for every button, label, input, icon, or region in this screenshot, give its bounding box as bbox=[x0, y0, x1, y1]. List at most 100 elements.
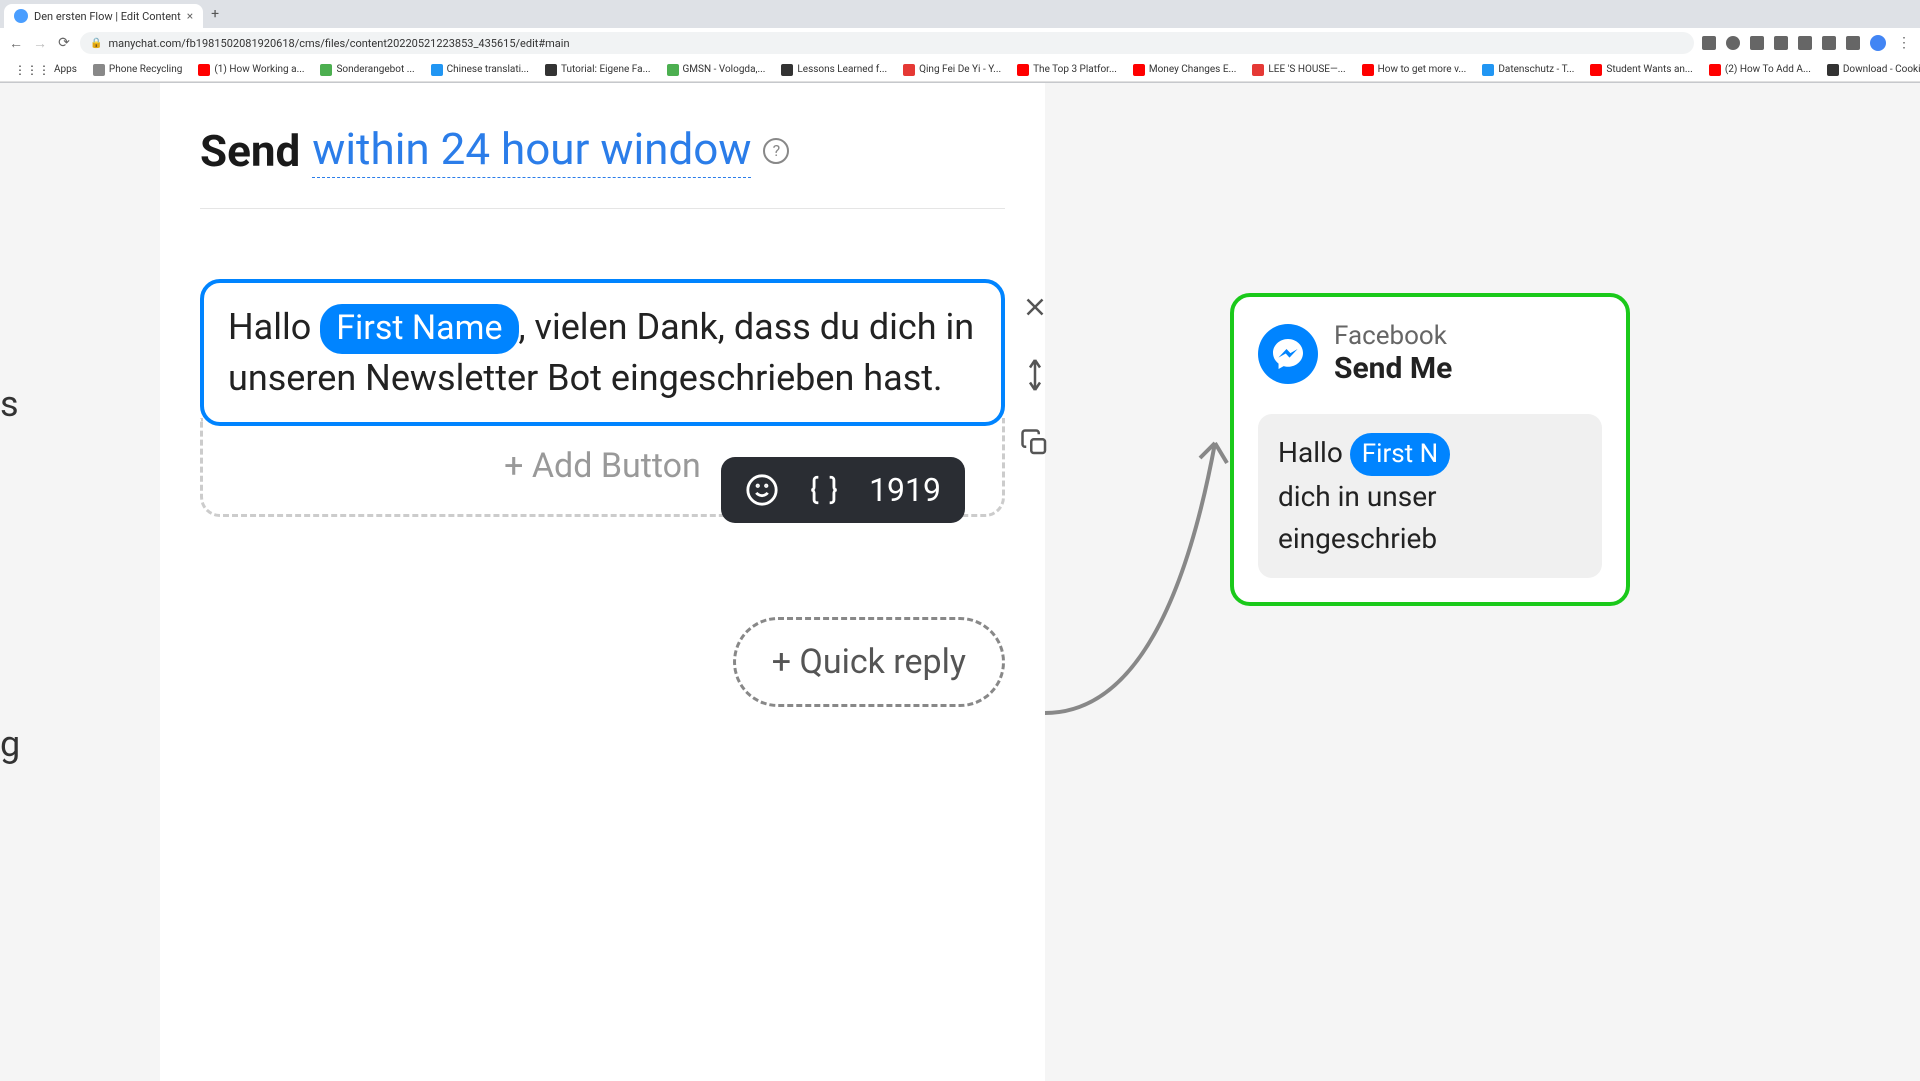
bookmark-label: GMSN - Vologda,... bbox=[683, 64, 766, 75]
message-text-input[interactable]: Hallo First Name, vielen Dank, dass du d… bbox=[200, 279, 1005, 426]
bookmark-item[interactable]: Tutorial: Eigene Fa... bbox=[539, 62, 657, 78]
bookmark-label: Phone Recycling bbox=[109, 64, 182, 75]
lock-icon: 🔒 bbox=[90, 38, 102, 49]
bookmark-label: Sonderangebot ... bbox=[336, 64, 414, 75]
bookmark-favicon bbox=[1252, 64, 1264, 76]
panel-header: Send within 24 hour window ? bbox=[160, 123, 1045, 208]
bookmark-favicon bbox=[1590, 64, 1602, 76]
tab-favicon bbox=[14, 9, 28, 23]
back-button[interactable]: ← bbox=[8, 35, 24, 51]
address-bar-row: ← → ⟳ 🔒 manychat.com/fb198150208192061​8… bbox=[0, 28, 1920, 58]
bookmark-label: (2) How To Add A... bbox=[1725, 64, 1811, 75]
extension-icon-3[interactable] bbox=[1774, 36, 1788, 50]
bookmark-favicon bbox=[431, 64, 443, 76]
preview-header-text: Facebook Send Me bbox=[1334, 321, 1452, 386]
translate-icon[interactable] bbox=[1702, 36, 1716, 50]
preview-line2: dich in unser bbox=[1278, 480, 1437, 513]
browser-chrome: Den ersten Flow | Edit Content × + ← → ⟳… bbox=[0, 0, 1920, 83]
editor-panel: Send within 24 hour window ? Hallo First… bbox=[160, 83, 1045, 1081]
bookmark-item[interactable]: Money Changes E... bbox=[1127, 62, 1243, 78]
bookmark-favicon bbox=[320, 64, 332, 76]
bookmark-label: Qing Fei De Yi - Y... bbox=[919, 64, 1001, 75]
menu-icon[interactable]: ⋮ bbox=[1896, 35, 1912, 51]
preview-line3: eingeschrieb bbox=[1278, 522, 1437, 555]
url-text: manychat.com/fb198150208192061​8/cms/fil… bbox=[108, 37, 569, 50]
left-panel-peek: s bbox=[0, 383, 19, 425]
bookmark-item[interactable]: How to get more v... bbox=[1356, 62, 1473, 78]
divider bbox=[200, 208, 1005, 209]
bookmark-item[interactable]: The Top 3 Platfor... bbox=[1011, 62, 1123, 78]
send-label: Send bbox=[200, 125, 300, 177]
preview-variable-chip: First N bbox=[1350, 433, 1450, 476]
bookmark-label: LEE 'S HOUSE—... bbox=[1268, 64, 1345, 75]
extension-icon-2[interactable] bbox=[1750, 36, 1764, 50]
message-box-wrapper: Hallo First Name, vielen Dank, dass du d… bbox=[200, 279, 1005, 517]
bookmark-item[interactable]: Sonderangebot ... bbox=[314, 62, 420, 78]
preview-node[interactable]: Facebook Send Me Hallo First N dich in u… bbox=[1230, 293, 1630, 606]
browser-tab[interactable]: Den ersten Flow | Edit Content × bbox=[4, 4, 203, 28]
bookmark-item[interactable]: Phone Recycling bbox=[87, 62, 188, 78]
preview-action-label: Send Me bbox=[1334, 351, 1452, 386]
preview-prefix: Hallo bbox=[1278, 436, 1350, 469]
variable-chip-firstname[interactable]: First Name bbox=[320, 304, 518, 354]
tab-bar: Den ersten Flow | Edit Content × + bbox=[0, 0, 1920, 28]
help-icon[interactable]: ? bbox=[763, 138, 789, 164]
address-bar[interactable]: 🔒 manychat.com/fb198150208192061​8/cms/f… bbox=[80, 32, 1694, 54]
close-icon[interactable]: × bbox=[187, 9, 193, 23]
bookmark-item[interactable]: Datenschutz - T... bbox=[1476, 62, 1580, 78]
bookmark-label: (1) How Working a... bbox=[214, 64, 304, 75]
quick-reply-button[interactable]: + Quick reply bbox=[733, 617, 1005, 707]
move-block-button[interactable] bbox=[1017, 357, 1053, 393]
extension-icon-1[interactable] bbox=[1726, 36, 1740, 50]
viewport: s g Send within 24 hour window ? Hallo F… bbox=[0, 83, 1920, 1081]
window-selector[interactable]: within 24 hour window bbox=[312, 123, 751, 178]
puzzle-icon[interactable] bbox=[1822, 36, 1836, 50]
side-controls bbox=[1017, 289, 1053, 461]
bookmark-item[interactable]: Lessons Learned f... bbox=[775, 62, 893, 78]
bookmark-favicon bbox=[781, 64, 793, 76]
bookmark-favicon bbox=[903, 64, 915, 76]
bookmark-item[interactable]: Qing Fei De Yi - Y... bbox=[897, 62, 1007, 78]
bookmark-favicon bbox=[1362, 64, 1374, 76]
quick-reply-container: + Quick reply bbox=[160, 617, 1045, 707]
bookmark-label: Download - Cooki... bbox=[1843, 64, 1920, 75]
bookmark-favicon bbox=[1827, 64, 1839, 76]
extension-icon-5[interactable] bbox=[1846, 36, 1860, 50]
bookmark-label: Lessons Learned f... bbox=[797, 64, 887, 75]
preview-header: Facebook Send Me bbox=[1258, 321, 1602, 386]
message-block-container: Hallo First Name, vielen Dank, dass du d… bbox=[160, 279, 1045, 517]
bookmark-item[interactable]: (1) How Working a... bbox=[192, 62, 310, 78]
char-count: 1919 bbox=[869, 471, 941, 509]
arrow-connector bbox=[1045, 423, 1245, 723]
bookmark-item[interactable]: GMSN - Vologda,... bbox=[661, 62, 772, 78]
bookmark-favicon bbox=[1482, 64, 1494, 76]
forward-button[interactable]: → bbox=[32, 35, 48, 51]
bookmark-item[interactable]: (2) How To Add A... bbox=[1703, 62, 1817, 78]
bookmark-favicon bbox=[1133, 64, 1145, 76]
editor-toolbar: 1919 bbox=[721, 457, 965, 523]
bookmarks-bar: ⋮⋮⋮ Apps Phone Recycling (1) How Working a… bbox=[0, 58, 1920, 82]
bookmark-label: The Top 3 Platfor... bbox=[1033, 64, 1117, 75]
bookmark-label: Tutorial: Eigene Fa... bbox=[561, 64, 651, 75]
variable-icon[interactable] bbox=[807, 473, 841, 507]
new-tab-button[interactable]: + bbox=[203, 6, 227, 22]
bookmark-label: Chinese translati... bbox=[447, 64, 529, 75]
bookmark-item[interactable]: Student Wants an... bbox=[1584, 62, 1698, 78]
chrome-right-icons: ⋮ bbox=[1702, 35, 1912, 51]
extension-icon-4[interactable] bbox=[1798, 36, 1812, 50]
bookmark-favicon bbox=[93, 64, 105, 76]
message-text-prefix: Hallo bbox=[228, 306, 320, 348]
messenger-icon bbox=[1258, 324, 1318, 384]
avatar-icon[interactable] bbox=[1870, 35, 1886, 51]
reload-button[interactable]: ⟳ bbox=[56, 35, 72, 51]
bookmark-item[interactable]: Chinese translati... bbox=[425, 62, 535, 78]
delete-block-button[interactable] bbox=[1017, 289, 1053, 325]
apps-button[interactable]: ⋮⋮⋮ Apps bbox=[8, 61, 83, 79]
bookmark-label: Datenschutz - T... bbox=[1498, 64, 1574, 75]
bookmark-favicon bbox=[545, 64, 557, 76]
left-panel-peek-2: g bbox=[0, 723, 20, 765]
duplicate-block-button[interactable] bbox=[1017, 425, 1053, 461]
bookmark-item[interactable]: LEE 'S HOUSE—... bbox=[1246, 62, 1351, 78]
bookmark-item[interactable]: Download - Cooki... bbox=[1821, 62, 1920, 78]
emoji-icon[interactable] bbox=[745, 473, 779, 507]
